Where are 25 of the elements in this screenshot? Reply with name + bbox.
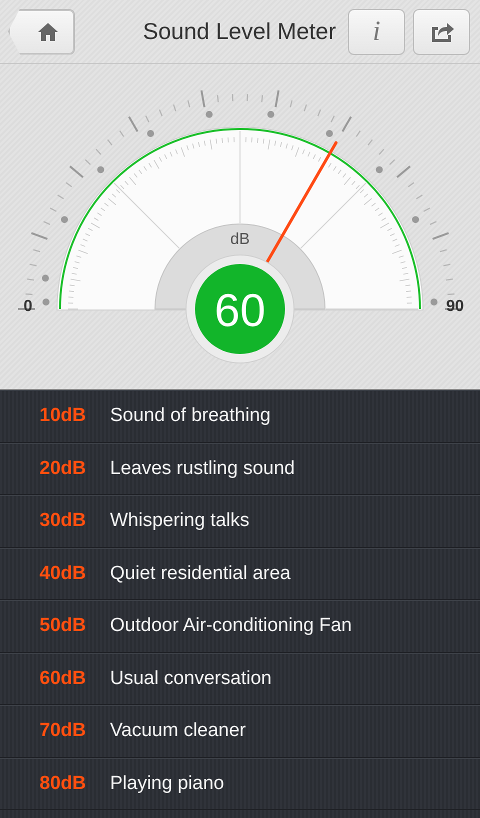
sound-description: Usual conversation xyxy=(110,668,272,690)
decibel-value: 30dB xyxy=(38,510,86,532)
sound-description: Playing piano xyxy=(110,772,224,795)
decibel-value: 10dB xyxy=(38,405,86,428)
reading-value: 60 xyxy=(214,284,266,336)
home-icon xyxy=(36,22,58,42)
decibel-value: 50dB xyxy=(38,615,86,638)
sound-description: Outdoor Air-conditioning Fan xyxy=(110,615,352,638)
sound-description: Whispering talks xyxy=(110,510,250,532)
sound-description: Vacuum cleaner xyxy=(110,720,246,742)
home-button[interactable] xyxy=(8,8,75,54)
unit-label: dB xyxy=(230,231,250,248)
info-button[interactable]: i xyxy=(348,8,405,54)
decibel-value: 60dB xyxy=(38,668,86,690)
decibel-value: 40dB xyxy=(38,562,86,585)
share-button[interactable] xyxy=(413,8,470,54)
decibel-value: 20dB xyxy=(38,458,86,480)
sound-description: Leaves rustling sound xyxy=(110,458,295,480)
screen-title: Sound Level Meter xyxy=(142,18,336,45)
sound-description: Sound of breathing xyxy=(110,405,271,428)
max-label: 90 xyxy=(446,298,464,315)
decibel-value: 70dB xyxy=(38,720,86,742)
sound-description: Quiet residential area xyxy=(110,562,291,585)
decibel-value: 80dB xyxy=(38,772,86,795)
min-label: 0 xyxy=(24,298,32,315)
